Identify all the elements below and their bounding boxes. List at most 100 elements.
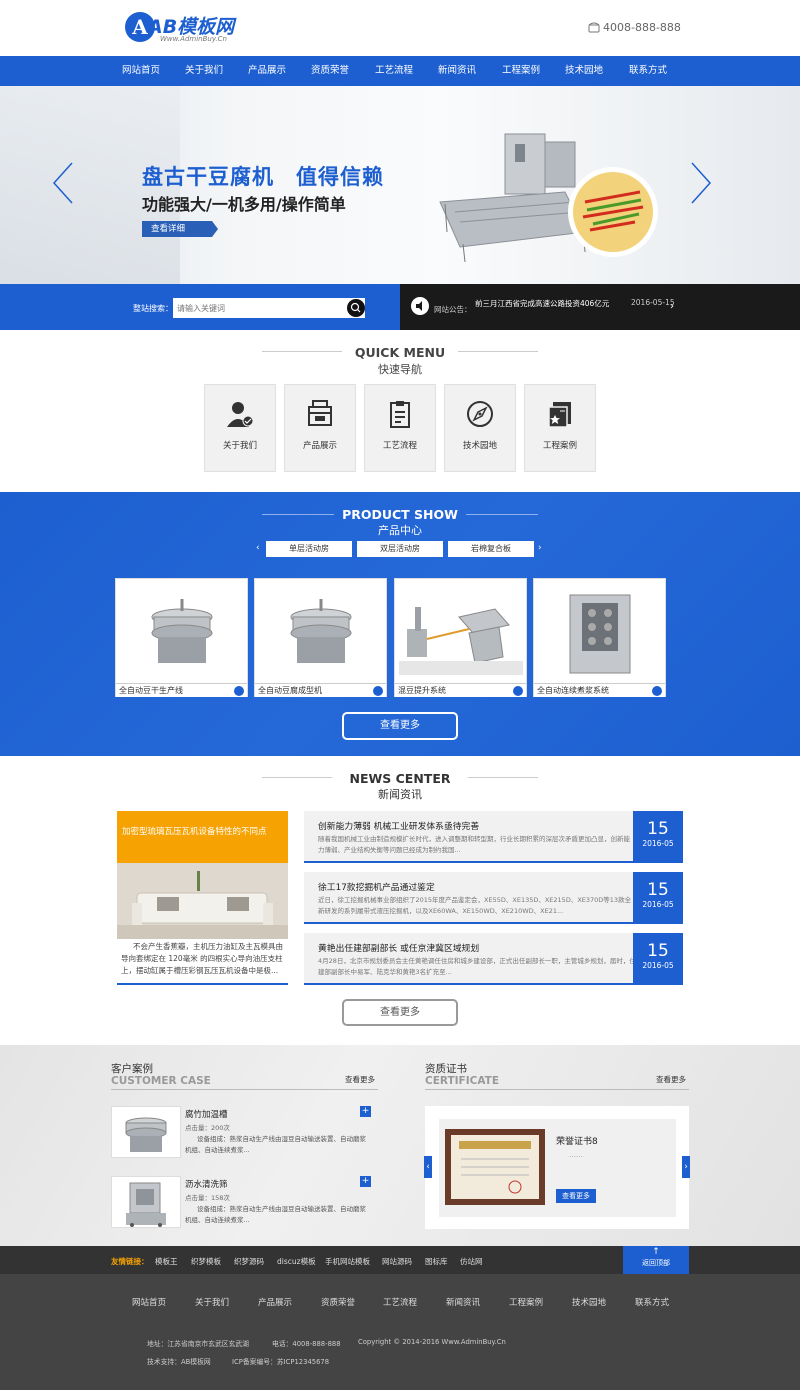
footer-nav-process[interactable]: 工艺流程 <box>383 1296 417 1308</box>
nav-cases[interactable]: 工程案例 <box>489 56 553 86</box>
news-item[interactable]: 黄艳出任建部副部长 或任京津冀区域规划 4月28日，北京市规划委员会主任黄艳调任… <box>304 933 683 985</box>
cert-card[interactable]: 荣誉证书8 …… 查看更多 <box>439 1119 676 1217</box>
friend-link[interactable]: 织梦模板 <box>191 1256 221 1267</box>
case-name[interactable]: 沥水清洗筛 <box>185 1178 228 1190</box>
case-item[interactable]: 沥水清洗筛 点击量：158次 设备组成：熟浆自动生产线由湿豆自动输送装置、自动磨… <box>111 1176 374 1230</box>
cert-name[interactable]: 荣誉证书8 <box>556 1134 598 1147</box>
product-image <box>151 599 213 663</box>
quick-item-products[interactable]: 产品展示 <box>284 384 356 472</box>
site-header: A AB模板网 Www.AdminBuy.Cn 4008-888-888 <box>0 0 800 56</box>
hero-banner: 盘古干豆腐机 值得信赖 功能强大/一机多用/操作简单 查看详细 <box>0 86 800 284</box>
cert-more-button[interactable]: 查看更多 <box>556 1189 596 1203</box>
friend-link[interactable]: 图标库 <box>425 1256 448 1267</box>
washer-machine-image <box>126 1182 166 1227</box>
nav-about[interactable]: 关于我们 <box>172 56 236 86</box>
product-caption[interactable]: 全自动连续煮浆系统 <box>534 683 665 697</box>
banner-next-arrow-icon[interactable] <box>690 161 712 205</box>
product-caption[interactable]: 全自动豆腐成型机 <box>255 683 386 697</box>
friend-link[interactable]: 仿站网 <box>460 1256 483 1267</box>
case-item[interactable]: 腐竹加温槽 点击量：200次 设备组成：熟浆自动生产线由湿豆自动输送装置、自动磨… <box>111 1106 374 1160</box>
friend-link[interactable]: 网站源码 <box>382 1256 412 1267</box>
footer-nav-about[interactable]: 关于我们 <box>195 1296 229 1308</box>
search-input[interactable] <box>173 298 365 318</box>
news-item-desc: 4月28日，北京市规划委员会主任黄艳调任住房和城乡建设部，正式出任副部长一职，主… <box>318 957 636 976</box>
footer-copyright: Copyright © 2014-2016 Www.AdminBuy.Cn <box>358 1338 506 1346</box>
notice-next-icon[interactable]: › <box>670 301 674 312</box>
product-caption[interactable]: 混豆提升系统 <box>395 683 526 697</box>
footer-phone: 电话：4008-888-888 <box>272 1340 341 1348</box>
search-button[interactable] <box>347 299 365 317</box>
back-to-top-button[interactable]: ↑ 返回顶部 <box>623 1246 689 1274</box>
friend-links-label: 友情链接： <box>111 1257 149 1266</box>
news-subtitle: 新闻资讯 <box>378 788 422 801</box>
footer-nav-honors[interactable]: 资质荣誉 <box>321 1296 355 1308</box>
product-tab-single[interactable]: 单层活动房 <box>266 541 352 557</box>
news-item-title[interactable]: 黄艳出任建部副部长 或任京津冀区域规划 <box>318 941 479 954</box>
banner-detail-button[interactable]: 查看详细 <box>142 221 218 237</box>
footer-nav-tech[interactable]: 技术园地 <box>572 1296 606 1308</box>
footer-nav-products[interactable]: 产品展示 <box>258 1296 292 1308</box>
friend-link[interactable]: 手机网站模板 <box>325 1256 370 1267</box>
logo-subtitle: Www.AdminBuy.Cn <box>160 35 227 43</box>
product-caption[interactable]: 全自动豆干生产线 <box>116 683 247 697</box>
featured-news[interactable]: 加密型琉璃瓦压瓦机设备特性的不同点 不会产生香蕉瓣，主机压力油缸及主瓦模具由导向… <box>117 811 288 985</box>
news-item[interactable]: 徐工17款挖掘机产品通过鉴定 近日，徐工挖掘机械事业部组织了2015年度产品鉴定… <box>304 872 683 924</box>
quick-item-process[interactable]: 工艺流程 <box>364 384 436 472</box>
cert-more-link[interactable]: 查看更多 <box>656 1074 686 1085</box>
footer-nav-news[interactable]: 新闻资讯 <box>446 1296 480 1308</box>
friend-link[interactable]: 模板王 <box>155 1256 178 1267</box>
nav-news[interactable]: 新闻资讯 <box>425 56 489 86</box>
nav-tech[interactable]: 技术园地 <box>552 56 616 86</box>
nav-home[interactable]: 网站首页 <box>109 56 173 86</box>
news-item-title[interactable]: 创新能力薄弱 机械工业研发体系亟待完善 <box>318 819 479 832</box>
arrow-right-icon[interactable] <box>513 686 523 696</box>
case-name[interactable]: 腐竹加温槽 <box>185 1108 228 1120</box>
quick-item-about[interactable]: 关于我们 <box>204 384 276 472</box>
arrow-right-icon[interactable] <box>373 686 383 696</box>
nav-honors[interactable]: 资质荣誉 <box>298 56 362 86</box>
product-image <box>290 599 352 663</box>
cert-prev-icon[interactable]: ‹ <box>424 1156 432 1178</box>
footer-address: 地址：江苏省南京市玄武区玄武湖 <box>147 1340 249 1348</box>
product-tab-rockwool[interactable]: 岩棉复合板 <box>448 541 534 557</box>
nav-contact[interactable]: 联系方式 <box>616 56 680 86</box>
product-tab-double[interactable]: 双层活动房 <box>357 541 443 557</box>
friend-link[interactable]: discuz模板 <box>277 1256 316 1267</box>
cert-next-icon[interactable]: › <box>682 1156 690 1178</box>
plus-icon[interactable]: + <box>360 1176 371 1187</box>
quick-item-tech[interactable]: 技术园地 <box>444 384 516 472</box>
product-card[interactable]: 全自动连续煮浆系统 <box>533 578 666 697</box>
news-day: 15 <box>647 880 669 900</box>
news-more-button[interactable]: 查看更多 <box>342 999 458 1026</box>
plus-icon[interactable]: + <box>360 1106 371 1117</box>
footer-support: 技术支持：AB模板网 <box>147 1358 211 1366</box>
quick-item-cases[interactable]: 工程案例 <box>524 384 596 472</box>
news-item-title[interactable]: 徐工17款挖掘机产品通过鉴定 <box>318 880 435 893</box>
tab-prev-icon[interactable]: ‹ <box>256 543 260 553</box>
notice-text[interactable]: 前三月江西省完成高速公路投资406亿元 <box>475 298 609 309</box>
news-month: 2016-05 <box>642 961 674 970</box>
featured-news-title[interactable]: 加密型琉璃瓦压瓦机设备特性的不同点 <box>117 811 288 863</box>
case-views: 点击量：200次 <box>185 1124 230 1132</box>
banner-prev-arrow-icon[interactable] <box>52 161 74 205</box>
nav-products[interactable]: 产品展示 <box>235 56 299 86</box>
product-card[interactable]: 全自动豆干生产线 <box>115 578 248 697</box>
news-item[interactable]: 创新能力薄弱 机械工业研发体系亟待完善 随着我国机械工业由制造规模扩长时代，进入… <box>304 811 683 863</box>
arrow-right-icon[interactable] <box>652 686 662 696</box>
arrow-right-icon[interactable] <box>234 686 244 696</box>
banner-machine-image <box>439 133 658 263</box>
clipboard-icon <box>390 401 410 428</box>
sieve-machine-image <box>125 1117 167 1152</box>
nav-process[interactable]: 工艺流程 <box>362 56 426 86</box>
tab-next-icon[interactable]: › <box>538 543 542 553</box>
product-card[interactable]: 混豆提升系统 <box>394 578 527 697</box>
product-more-button[interactable]: 查看更多 <box>342 712 458 740</box>
quick-item-label: 产品展示 <box>302 441 337 451</box>
footer-nav-cases[interactable]: 工程案例 <box>509 1296 543 1308</box>
case-more-link[interactable]: 查看更多 <box>345 1074 375 1085</box>
quick-item-label: 技术园地 <box>462 441 497 451</box>
product-card[interactable]: 全自动豆腐成型机 <box>254 578 387 697</box>
footer-nav-contact[interactable]: 联系方式 <box>635 1296 669 1308</box>
friend-link[interactable]: 织梦源码 <box>234 1256 264 1267</box>
footer-nav-home[interactable]: 网站首页 <box>132 1296 166 1308</box>
